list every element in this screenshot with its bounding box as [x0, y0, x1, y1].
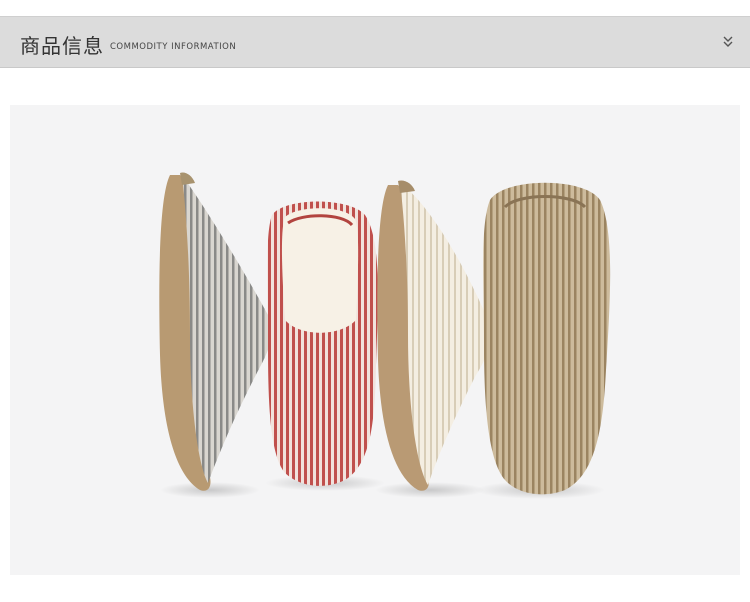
slipper-red: [265, 201, 385, 491]
section-header: 商品信息 COMMODITY INFORMATION: [0, 16, 750, 68]
slipper-khaki: [475, 182, 611, 499]
slippers-illustration: [10, 105, 740, 575]
product-photo: [10, 105, 740, 575]
section-subtitle: COMMODITY INFORMATION: [110, 42, 237, 52]
chevron-double-down-icon[interactable]: [722, 34, 734, 48]
section-title: 商品信息: [20, 34, 104, 58]
